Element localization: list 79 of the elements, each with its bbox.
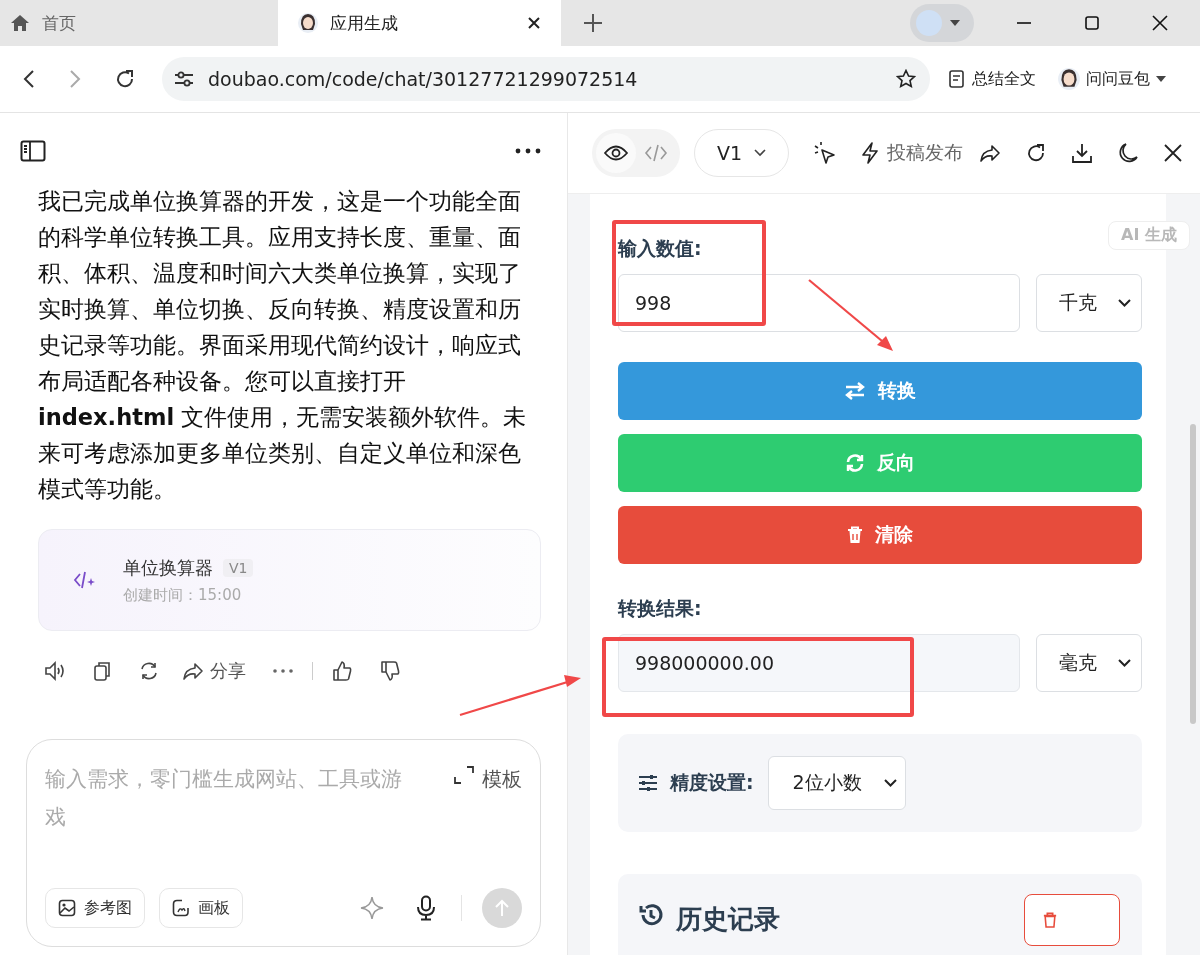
reload-icon[interactable] — [114, 68, 136, 90]
site-settings-icon[interactable] — [174, 70, 194, 88]
prompt-input[interactable]: 输入需求，零门槛生成网站、工具或游戏 — [45, 760, 405, 888]
regenerate-icon[interactable] — [138, 660, 160, 682]
expand-icon — [454, 766, 474, 784]
history-title: 历史记录 — [676, 903, 780, 936]
artifact-title: 单位换算器 — [123, 555, 213, 580]
preview-tab[interactable] — [596, 133, 636, 173]
browser-tab[interactable]: 应用生成 — [278, 0, 561, 46]
close-icon[interactable] — [1152, 15, 1168, 31]
more-icon[interactable] — [515, 148, 541, 154]
chevron-down-icon — [1118, 299, 1131, 307]
reference-image-button[interactable]: 参考图 — [45, 888, 145, 928]
unit-select[interactable]: 毫克 — [1036, 634, 1142, 692]
chevron-down-icon — [754, 149, 767, 157]
document-icon — [948, 69, 966, 89]
created-time: 创建时间：15:00 — [123, 585, 243, 605]
publish-button[interactable]: 投稿发布 — [861, 140, 964, 166]
chevron-down-icon — [1118, 659, 1131, 667]
assistant-message: 我已完成单位换算器的开发，这是一个功能全面的科学单位转换工具。应用支持长度、重量、面积、体积、温度和时间六大类单位换算，实现了实时换算、单位切换、反向转换、精度设置和历史记录等功能。界面采用现代简约设计，响应式布局适配各种设备。您可以直接打开 index.html 文件使用，无需安装额外软件。未来可考虑添加更多单位类别、自定义单位和深色模式等功能。 — [38, 187, 528, 504]
clear-button[interactable]: 清除 — [618, 506, 1142, 564]
bookmark-star-icon[interactable] — [896, 69, 916, 89]
canvas-button[interactable]: 画板 — [159, 888, 243, 928]
template-button[interactable]: 模板 — [454, 760, 522, 790]
image-icon — [58, 899, 76, 917]
sketch-icon — [172, 899, 190, 917]
sync-icon — [845, 453, 865, 473]
artifact-card[interactable]: 单位换算器 V1 创建时间：15:00 — [38, 529, 541, 631]
scrollbar[interactable] — [1190, 424, 1196, 724]
profile-menu-button[interactable]: 问问豆包 — [1054, 67, 1170, 91]
download-icon[interactable] — [1071, 142, 1094, 164]
browser-tab[interactable]: 首页 — [10, 0, 278, 46]
pointer-select-icon[interactable] — [813, 141, 838, 165]
back-icon[interactable] — [22, 69, 36, 89]
url-text: doubao.com/code/chat/30127721299072514 — [208, 68, 638, 90]
new-tab-icon[interactable] — [583, 13, 603, 33]
moon-icon[interactable] — [1117, 142, 1140, 164]
sliders-icon — [638, 774, 658, 792]
result-field[interactable]: 998000000.00 — [618, 634, 1020, 692]
close-icon[interactable] — [527, 16, 541, 30]
thumbs-up-icon[interactable] — [331, 660, 353, 682]
caret-icon — [950, 20, 960, 26]
copy-icon[interactable] — [92, 660, 112, 682]
summarize-button[interactable]: 总结全文 — [944, 68, 1040, 90]
result-label: 转换结果: — [618, 596, 703, 621]
clear-history-button[interactable] — [1024, 894, 1120, 946]
share-icon[interactable] — [979, 143, 1002, 163]
microphone-icon[interactable] — [415, 895, 437, 921]
precision-select[interactable]: 2位小数 — [767, 756, 906, 810]
version-dropdown[interactable]: V1 — [694, 129, 790, 177]
swap-arrows-icon — [844, 382, 866, 400]
close-icon[interactable] — [1163, 143, 1184, 163]
address-bar[interactable]: doubao.com/code/chat/30127721299072514 — [162, 57, 930, 101]
sidebar-toggle-icon[interactable] — [20, 140, 46, 162]
history-icon — [638, 902, 664, 928]
trash-icon — [1043, 912, 1057, 928]
code-icon — [644, 143, 668, 163]
share-button[interactable]: 分享 — [182, 659, 246, 683]
chevron-down-icon — [883, 779, 897, 787]
home-icon — [10, 14, 30, 32]
share-icon — [182, 661, 204, 681]
lightning-icon — [861, 142, 880, 164]
caret-icon — [1156, 76, 1166, 82]
trash-icon — [847, 526, 863, 544]
precision-label: 精度设置: — [670, 770, 754, 795]
input-label: 输入数值: — [618, 236, 703, 261]
avatar-icon — [1058, 67, 1080, 91]
unit-select[interactable]: 千克 — [1036, 274, 1142, 332]
eye-icon — [604, 144, 628, 162]
maximize-icon[interactable] — [1084, 15, 1100, 31]
sparkle-icon[interactable] — [359, 895, 385, 921]
avatar-icon — [298, 12, 318, 34]
speaker-icon[interactable] — [44, 660, 66, 682]
value-input[interactable]: 998 — [618, 274, 1020, 332]
ai-generated-badge: AI 生成 — [1108, 221, 1190, 250]
version-tag: V1 — [223, 558, 254, 577]
arrow-up-icon — [494, 899, 510, 917]
thumbs-down-icon[interactable] — [379, 660, 401, 682]
prompt-box[interactable]: 输入需求，零门槛生成网站、工具或游戏 模板 参考图 画板 — [26, 739, 541, 947]
